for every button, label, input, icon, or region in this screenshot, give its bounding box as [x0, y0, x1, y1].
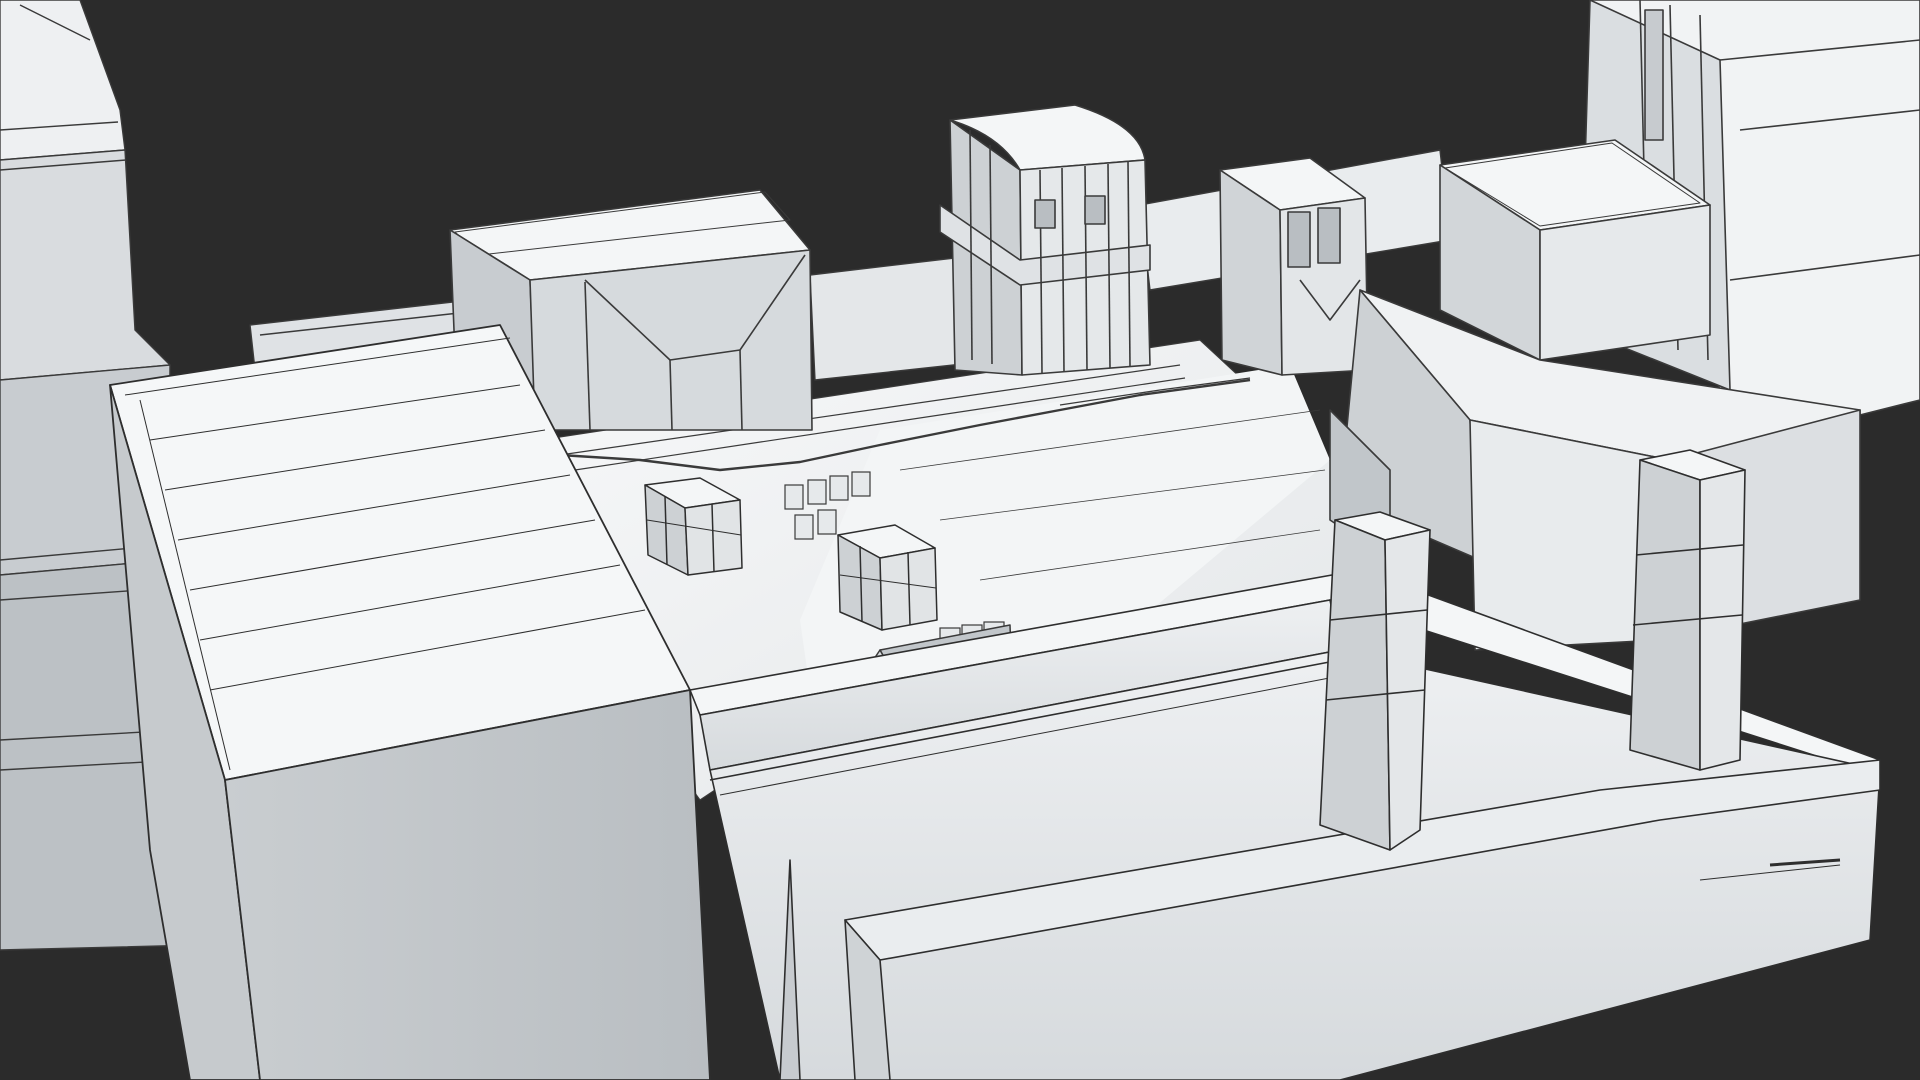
crate-stack-center	[837, 524, 938, 631]
vent-stack-left	[1319, 511, 1431, 851]
crate-stack-left	[644, 477, 743, 576]
stair-tower	[939, 104, 1151, 376]
3d-viewport[interactable]	[0, 0, 1920, 1080]
vent-stack-right	[1629, 449, 1746, 771]
back-small-block	[1219, 157, 1369, 376]
wireframe-render	[0, 0, 1920, 1080]
